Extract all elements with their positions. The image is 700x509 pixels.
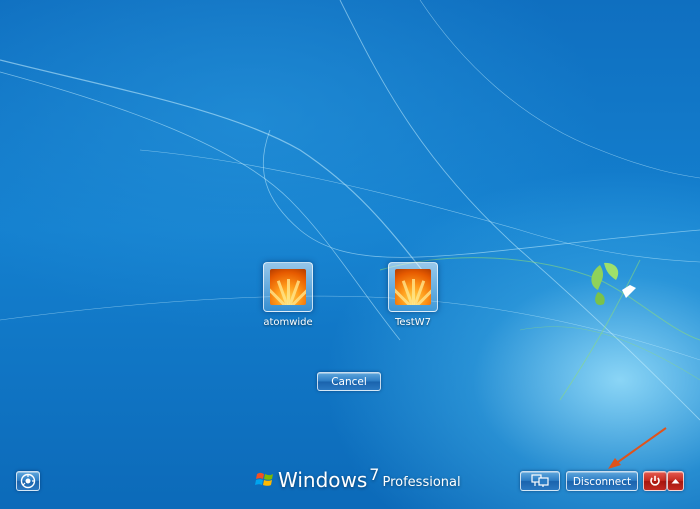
user-picture-frame (388, 262, 438, 312)
user-tile-testw7[interactable]: TestW7 (377, 262, 449, 328)
ease-of-access-icon (20, 473, 36, 489)
user-picture-frame (263, 262, 313, 312)
windows-branding: Windows 7 Professional (255, 465, 461, 494)
user-avatar (395, 269, 431, 305)
cancel-button[interactable]: Cancel (317, 372, 381, 391)
annotation-arrow (608, 427, 667, 469)
user-name: TestW7 (395, 317, 431, 328)
network-icon (531, 474, 549, 487)
logon-screen: atomwide TestW7 Cancel Windows 7 Profess… (0, 0, 700, 509)
user-tile-atomwide[interactable]: atomwide (252, 262, 324, 328)
windows-flag-icon (255, 472, 273, 486)
os-name: Windows (278, 468, 368, 492)
butterfly-leaf-icon (591, 262, 636, 306)
user-name: atomwide (263, 317, 313, 328)
ease-of-access-button[interactable] (16, 471, 40, 491)
network-button[interactable] (520, 471, 560, 491)
user-avatar (270, 269, 306, 305)
os-edition: Professional (382, 475, 461, 490)
os-version: 7 (369, 465, 380, 484)
